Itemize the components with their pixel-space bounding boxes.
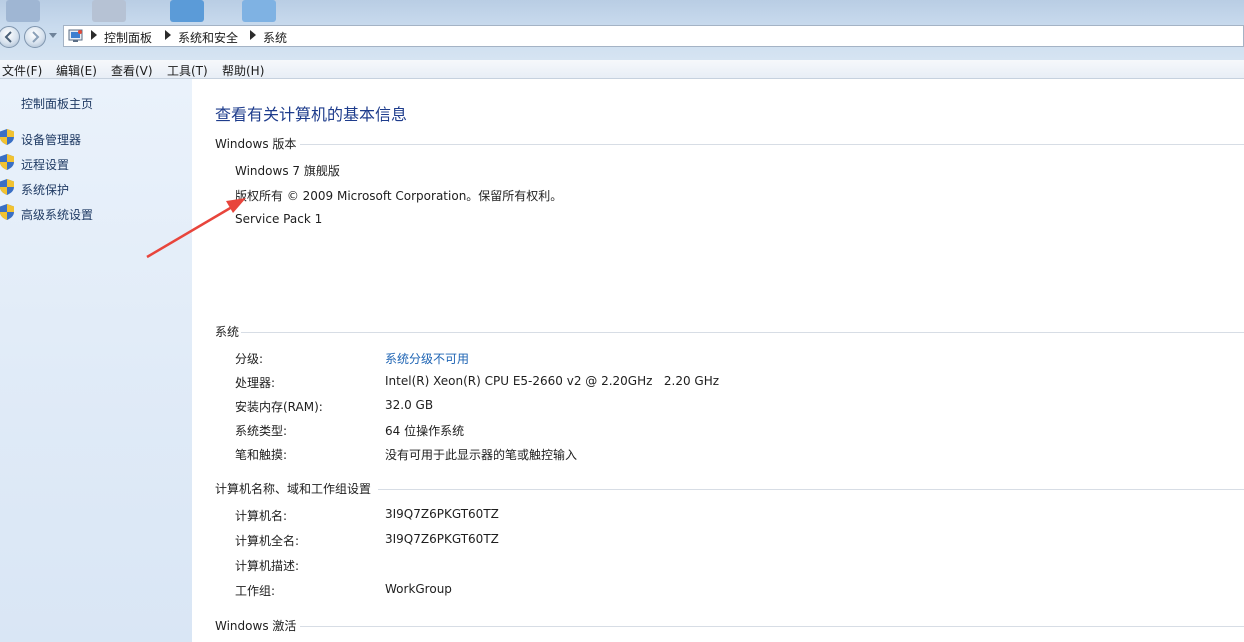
sidebar-item-label: 远程设置 (21, 158, 70, 172)
page-title: 查看有关计算机的基本信息 (215, 105, 408, 124)
menu-bar: 文件(F) 编辑(E) 查看(V) 工具(T) 帮助(H) (0, 60, 1244, 79)
sidebar-control-panel-home[interactable]: 控制面板主页 (21, 95, 93, 112)
menu-file[interactable]: 文件(F) (2, 62, 42, 79)
window-titlebar: 控制面板 系统和安全 系统 (0, 0, 1244, 60)
uac-shield-icon (0, 204, 14, 220)
sidebar-item-advanced-settings[interactable]: 高级系统设置 (0, 204, 190, 222)
pen-touch-label: 笔和触摸: (235, 448, 288, 462)
taskbar-icon (92, 0, 126, 22)
menu-help[interactable]: 帮助(H) (222, 62, 264, 79)
breadcrumb-system-security[interactable]: 系统和安全 (178, 29, 238, 46)
back-arrow-icon (4, 31, 12, 43)
windows-service-pack: Service Pack 1 (235, 212, 323, 226)
section-divider (378, 489, 1244, 490)
processor-label: 处理器: (235, 376, 276, 390)
sidebar-item-label: 设备管理器 (21, 133, 82, 147)
menu-view[interactable]: 查看(V) (111, 62, 153, 79)
windows-edition-name: Windows 7 旗舰版 (235, 164, 340, 178)
forward-arrow-icon (32, 31, 40, 43)
main-content: 查看有关计算机的基本信息 Windows 版本 Windows 7 旗舰版 版权… (192, 79, 1244, 642)
uac-shield-icon (0, 179, 14, 195)
breadcrumb-separator-icon[interactable] (250, 30, 256, 40)
forward-button[interactable] (24, 26, 46, 48)
system-type-value: 64 位操作系统 (385, 424, 465, 438)
sidebar: 控制面板主页 设备管理器 远程设置 系统保护 高级系统设置 (0, 79, 192, 642)
computer-description-label: 计算机描述: (235, 559, 300, 573)
computer-name-value: 3I9Q7Z6PKGT60TZ (385, 507, 499, 521)
system-type-label: 系统类型: (235, 424, 288, 438)
taskbar-icon (242, 0, 276, 22)
sidebar-item-label: 系统保护 (21, 183, 70, 197)
menu-tools[interactable]: 工具(T) (167, 62, 208, 79)
control-panel-icon (68, 29, 83, 42)
address-bar[interactable]: 控制面板 系统和安全 系统 (63, 25, 1244, 47)
rating-link[interactable]: 系统分级不可用 (385, 350, 469, 367)
sidebar-item-system-protection[interactable]: 系统保护 (0, 179, 190, 197)
section-heading-windows-activation: Windows 激活 (215, 619, 297, 633)
back-button[interactable] (0, 26, 20, 48)
pen-touch-value: 没有可用于此显示器的笔或触控输入 (385, 448, 578, 462)
workgroup-label: 工作组: (235, 584, 276, 598)
sidebar-item-remote-settings[interactable]: 远程设置 (0, 154, 190, 172)
breadcrumb-control-panel[interactable]: 控制面板 (104, 29, 152, 46)
section-heading-computer-name: 计算机名称、域和工作组设置 (215, 482, 372, 496)
rating-label: 分级: (235, 352, 264, 366)
workgroup-value: WorkGroup (385, 582, 452, 596)
processor-value: Intel(R) Xeon(R) CPU E5-2660 v2 @ 2.20GH… (385, 374, 720, 388)
uac-shield-icon (0, 154, 14, 170)
sidebar-item-label: 高级系统设置 (21, 208, 94, 222)
breadcrumb-separator-icon[interactable] (165, 30, 171, 40)
section-divider (300, 626, 1244, 627)
sidebar-item-device-manager[interactable]: 设备管理器 (0, 129, 190, 147)
taskbar-icon (170, 0, 204, 22)
ram-label: 安装内存(RAM): (235, 400, 323, 414)
section-divider (241, 332, 1244, 333)
section-heading-system: 系统 (215, 325, 240, 339)
uac-shield-icon (0, 129, 14, 145)
ram-value: 32.0 GB (385, 398, 434, 412)
computer-name-label: 计算机名: (235, 509, 288, 523)
breadcrumb-separator-icon (91, 30, 97, 40)
computer-fullname-label: 计算机全名: (235, 534, 300, 548)
section-heading-windows-edition: Windows 版本 (215, 137, 297, 151)
section-divider (300, 144, 1244, 145)
menu-edit[interactable]: 编辑(E) (56, 62, 97, 79)
recent-pages-dropdown-icon[interactable] (49, 33, 57, 39)
taskbar-icon (6, 0, 40, 22)
windows-copyright: 版权所有 © 2009 Microsoft Corporation。保留所有权利… (235, 189, 563, 203)
computer-fullname-value: 3I9Q7Z6PKGT60TZ (385, 532, 499, 546)
breadcrumb-system[interactable]: 系统 (263, 29, 287, 46)
